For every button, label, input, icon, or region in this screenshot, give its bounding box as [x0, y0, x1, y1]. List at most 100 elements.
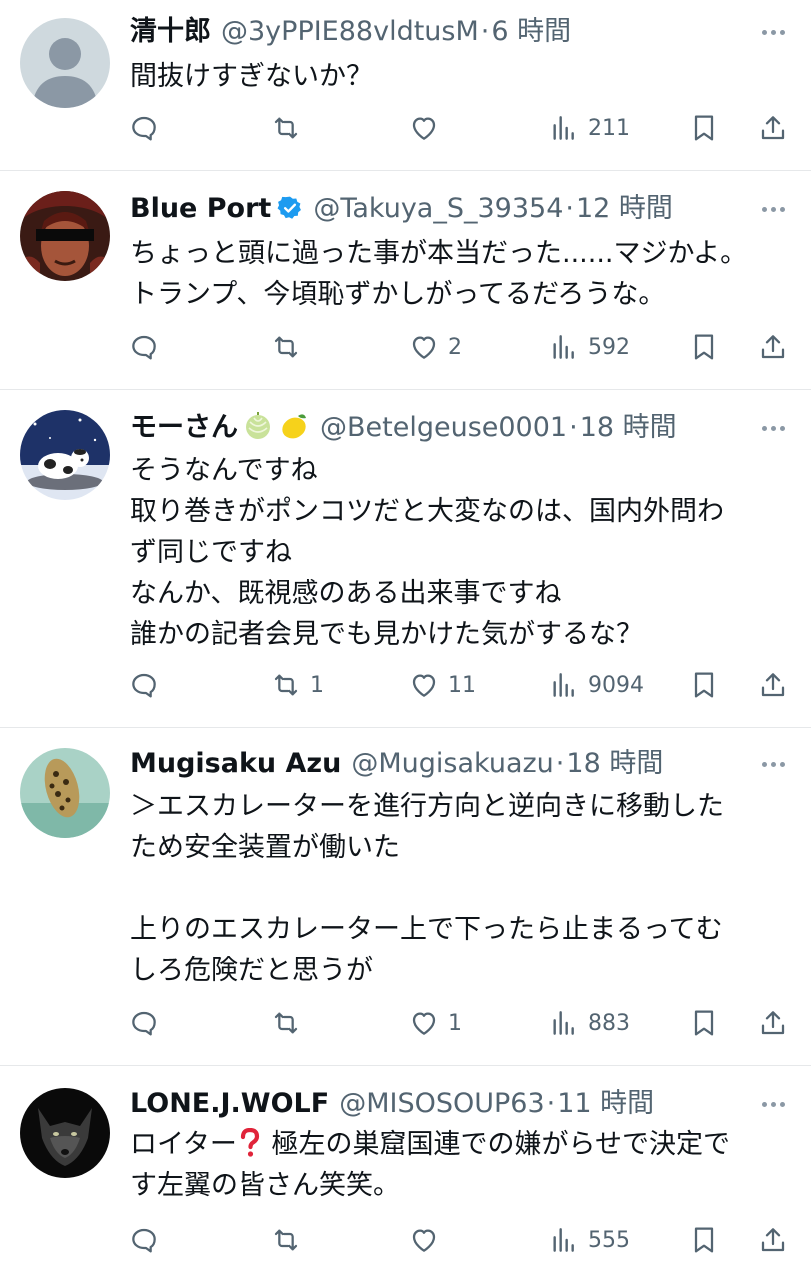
timestamp[interactable]: 18 時間 [580, 412, 677, 443]
separator-dot: · [546, 1088, 556, 1119]
share-icon [761, 116, 785, 140]
bookmark-icon [694, 1010, 714, 1036]
display-name[interactable]: 清十郎 [130, 16, 211, 47]
views-button[interactable]: 9094 [548, 665, 644, 705]
retweet-icon [274, 336, 298, 358]
views-icon [553, 673, 574, 697]
like-button[interactable]: 2 [408, 327, 462, 367]
share-button[interactable] [757, 108, 789, 148]
views-icon [553, 116, 574, 140]
reply-button[interactable] [128, 1220, 168, 1260]
like-button[interactable] [408, 1220, 448, 1260]
retweet-icon [274, 117, 298, 139]
share-button[interactable] [757, 665, 789, 705]
tweet-card[interactable]: 清十郎 @3yPPIE88vldtusM·6 時間 間抜けすぎないか？ 211 [0, 0, 811, 170]
view-count: 555 [588, 1227, 630, 1253]
like-button[interactable]: 1 [408, 1003, 462, 1043]
retweet-button[interactable] [270, 108, 310, 148]
avatar[interactable] [20, 410, 110, 500]
tweet-card[interactable]: Mugisaku Azu @Mugisakuazu·18 時間 ＞エスカレーターを… [0, 728, 811, 1065]
view-count: 9094 [588, 672, 644, 698]
red-question-mark-icon [240, 1128, 260, 1157]
tweet-text: ちょっと頭に過った事が本当だった......マジかよ。 トランプ、今頃恥ずかしが… [130, 238, 748, 310]
avatar[interactable] [20, 191, 110, 281]
reply-icon [132, 1011, 156, 1036]
user-handle[interactable]: @3yPPIE88vldtusM [221, 16, 479, 47]
bookmark-button[interactable] [688, 1003, 720, 1043]
like-button[interactable] [408, 108, 448, 148]
tweet-text: 間抜けすぎないか？ [130, 61, 373, 92]
bookmark-button[interactable] [688, 108, 720, 148]
action-bar: 555 [0, 1220, 811, 1260]
timestamp[interactable]: 12 時間 [576, 193, 673, 224]
share-icon [761, 673, 785, 697]
more-options-icon[interactable] [755, 746, 791, 782]
views-button[interactable]: 592 [548, 327, 630, 367]
melon-emoji-icon [246, 412, 270, 439]
avatar[interactable] [20, 748, 110, 838]
tweet-text: そうなんですね 取り巻きがポンコツだと大変なのは、国内外問わ ず同じですね なん… [130, 455, 724, 650]
views-icon [553, 335, 574, 359]
reply-button[interactable] [128, 327, 168, 367]
tweet-text: ロイター 極左の巣窟国連での嫌がらせで決定で す左翼の皆さん笑笑。 [130, 1124, 790, 1206]
tweet-header: Mugisaku Azu @Mugisakuazu·18 時間 [130, 746, 721, 782]
reply-icon [132, 116, 156, 141]
reply-button[interactable] [128, 108, 168, 148]
share-button[interactable] [757, 1220, 789, 1260]
retweet-button[interactable] [270, 327, 310, 367]
display-name[interactable]: Blue Port [130, 193, 271, 224]
tweet-card[interactable]: Blue Port @Takuya_S_39354·12 時間 ちょっと頭に過った… [0, 171, 811, 389]
reply-button[interactable] [128, 1003, 168, 1043]
heart-icon [412, 1229, 436, 1252]
views-button[interactable]: 555 [548, 1220, 630, 1260]
tweet-card[interactable]: モーさん @Betelgeuse0001·18 時間 そうなんですね 取り巻きがポ… [0, 390, 811, 727]
bookmark-button[interactable] [688, 665, 720, 705]
bookmark-icon [694, 1227, 714, 1253]
retweet-button[interactable] [270, 1220, 310, 1260]
separator-dot: · [480, 16, 490, 47]
bookmark-button[interactable] [688, 327, 720, 367]
user-handle[interactable]: @Mugisakuazu [351, 748, 553, 779]
bookmark-icon [694, 115, 714, 141]
retweet-icon [274, 1012, 298, 1034]
tweet-card[interactable]: LONE.J.WOLF @MISOSOUP63·11 時間 ロイター 極左の巣窟国… [0, 1066, 811, 1280]
user-handle[interactable]: @Betelgeuse0001 [320, 412, 567, 443]
tweet-header: LONE.J.WOLF @MISOSOUP63·11 時間 [130, 1086, 721, 1122]
timestamp[interactable]: 11 時間 [557, 1088, 654, 1119]
views-button[interactable]: 211 [548, 108, 630, 148]
like-button[interactable]: 11 [408, 665, 476, 705]
user-handle[interactable]: @Takuya_S_39354 [313, 193, 563, 224]
separator-dot: · [555, 748, 565, 779]
share-button[interactable] [757, 1003, 789, 1043]
more-options-icon[interactable] [755, 191, 791, 227]
user-handle[interactable]: @MISOSOUP63 [339, 1088, 544, 1119]
view-count: 883 [588, 1010, 630, 1036]
like-count: 11 [448, 672, 476, 698]
view-count: 592 [588, 334, 630, 360]
more-options-icon[interactable] [755, 14, 791, 50]
reply-button[interactable] [128, 665, 168, 705]
view-count: 211 [588, 115, 630, 141]
share-icon [761, 1228, 785, 1252]
retweet-button[interactable] [270, 1003, 310, 1043]
display-name[interactable]: LONE.J.WOLF [130, 1088, 329, 1119]
separator-dot: · [569, 412, 578, 443]
avatar[interactable] [20, 1088, 110, 1178]
reply-icon [132, 335, 156, 360]
bookmark-button[interactable] [688, 1220, 720, 1260]
share-button[interactable] [757, 327, 789, 367]
lemon-emoji-icon [282, 414, 306, 439]
views-button[interactable]: 883 [548, 1003, 630, 1043]
timestamp[interactable]: 6 時間 [491, 16, 571, 47]
share-icon [761, 1011, 785, 1035]
retweet-button[interactable]: 1 [270, 665, 324, 705]
more-options-icon[interactable] [755, 1086, 791, 1122]
action-bar: 211 [0, 108, 811, 148]
display-name[interactable]: Mugisaku Azu [130, 748, 341, 779]
action-bar: 2 592 [0, 327, 811, 367]
display-name[interactable]: モーさん [130, 412, 238, 443]
more-options-icon[interactable] [755, 410, 791, 446]
default-avatar[interactable] [20, 18, 110, 108]
views-icon [553, 1228, 574, 1252]
timestamp[interactable]: 18 時間 [566, 748, 663, 779]
